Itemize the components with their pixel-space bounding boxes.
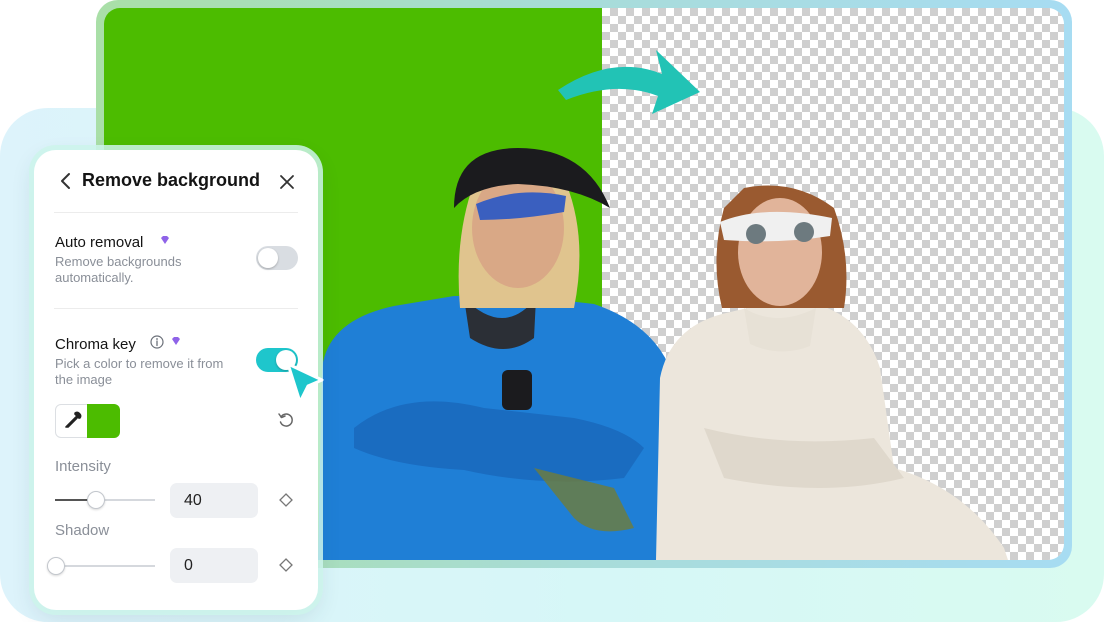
keyframe-diamond-icon[interactable]	[278, 492, 294, 508]
divider	[54, 212, 298, 213]
person-blue-jacket	[318, 148, 682, 560]
eyedropper-icon	[65, 411, 82, 428]
shadow-input[interactable]	[170, 548, 258, 583]
auto-removal-title: Auto removal	[55, 234, 144, 251]
slider-thumb[interactable]	[47, 557, 65, 575]
shadow-label: Shadow	[55, 522, 110, 539]
info-icon[interactable]	[150, 335, 164, 349]
transition-arrow-icon	[558, 50, 700, 114]
diamond-gem-icon	[161, 236, 169, 244]
panel-title: Remove background	[82, 170, 261, 190]
auto-removal-toggle[interactable]	[256, 246, 298, 270]
person-white-jacket	[656, 185, 1008, 560]
slider-thumb[interactable]	[87, 491, 105, 509]
auto-removal-description: Remove backgrounds automatically.	[55, 254, 182, 285]
picked-color-swatch[interactable]	[87, 404, 120, 438]
chroma-key-title: Chroma key	[55, 336, 136, 353]
remove-background-panel: Remove background Auto removal Remove ba…	[34, 150, 318, 610]
intensity-label: Intensity	[55, 458, 111, 475]
panel-header: Remove background	[34, 150, 318, 212]
toggle-knob	[258, 248, 278, 268]
close-icon[interactable]	[277, 172, 297, 192]
keyframe-diamond-icon[interactable]	[278, 557, 294, 573]
intensity-input[interactable]	[170, 483, 258, 518]
chevron-left-icon[interactable]	[56, 170, 76, 192]
shadow-slider[interactable]	[47, 557, 155, 575]
divider	[54, 308, 298, 309]
cursor-pointer-icon	[286, 362, 324, 404]
intensity-slider[interactable]	[55, 491, 155, 509]
eyedropper-button[interactable]	[55, 404, 89, 438]
reset-icon[interactable]	[277, 412, 295, 430]
chroma-key-description: Pick a color to remove it from the image	[55, 356, 224, 387]
diamond-gem-icon	[172, 337, 180, 345]
